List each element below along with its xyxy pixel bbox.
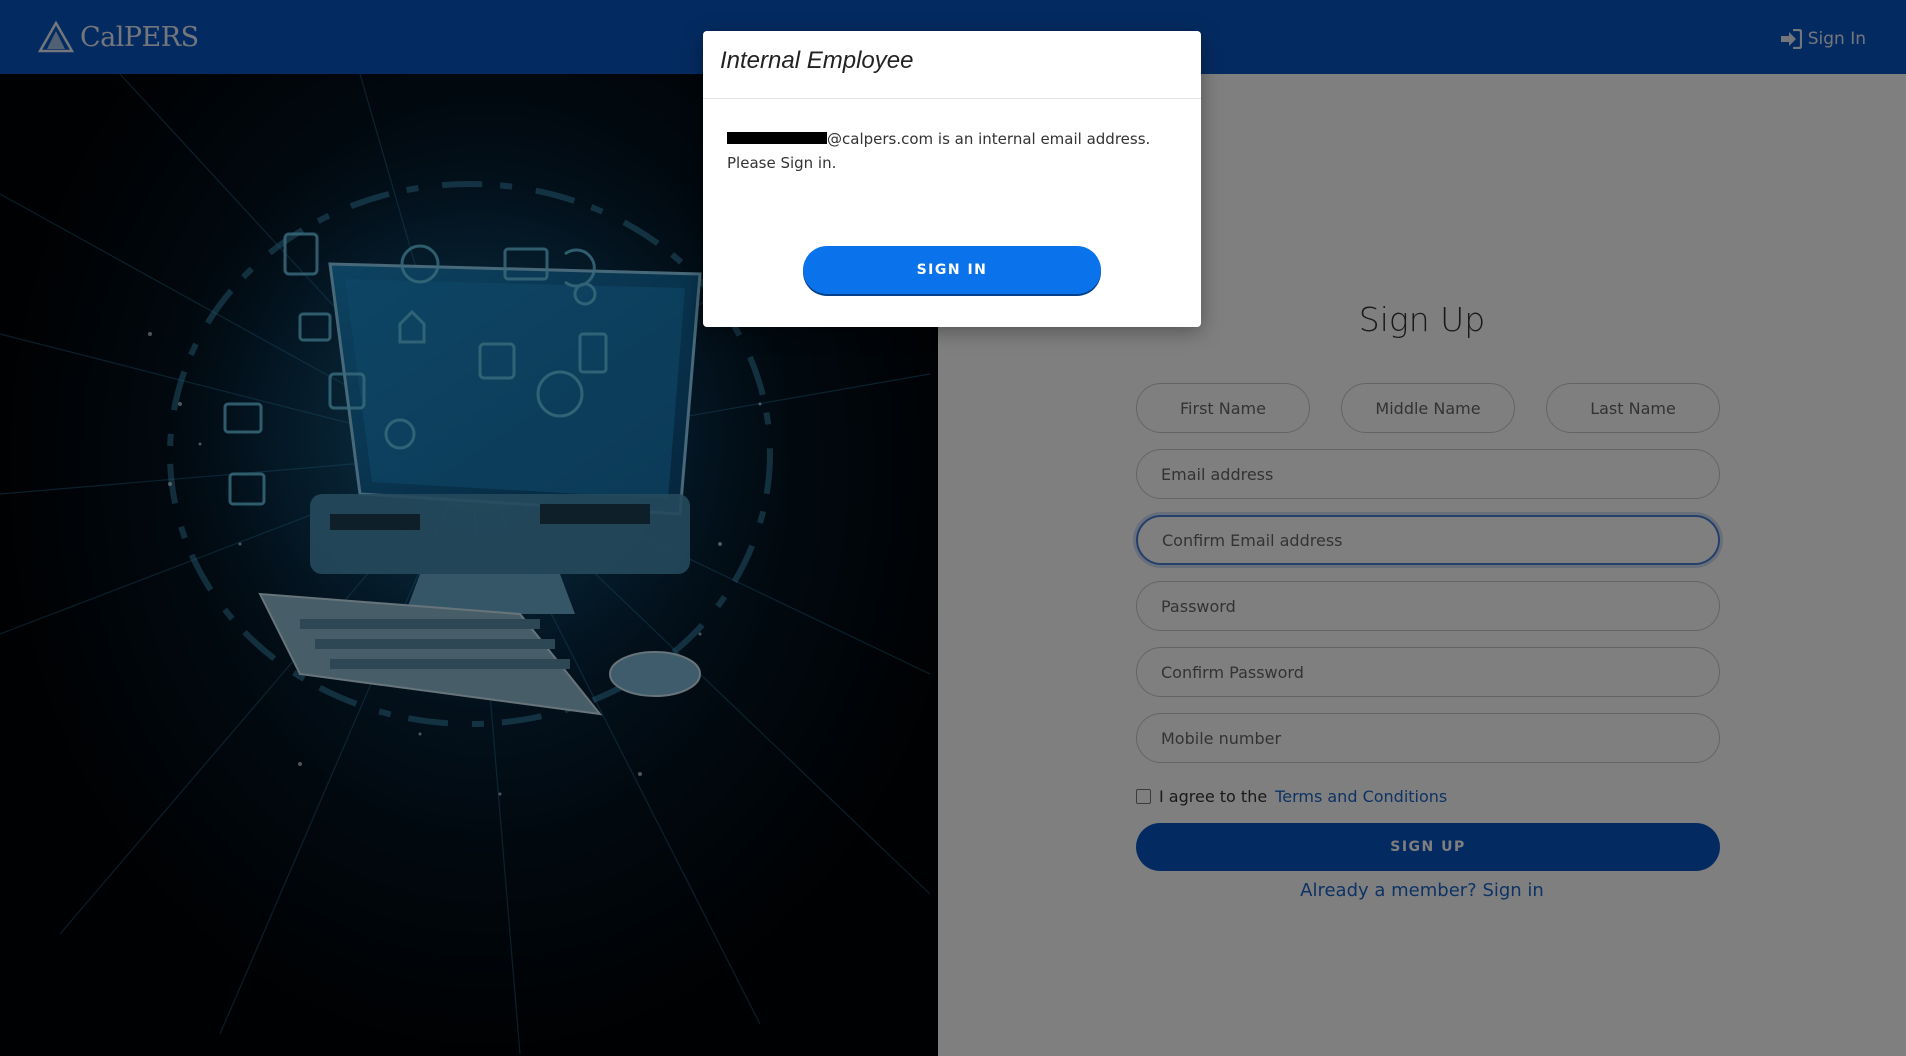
modal-header: Internal Employee [703,31,1201,99]
modal-body: @calpers.com is an internal email addres… [703,99,1201,175]
modal-title: Internal Employee [720,47,914,74]
modal-sign-in-button[interactable]: SIGN IN [803,246,1101,294]
app-root: CalPERS Sign In [0,0,1906,1056]
redacted-email-block [727,131,827,144]
internal-employee-modal: Internal Employee @calpers.com is an int… [703,31,1201,327]
